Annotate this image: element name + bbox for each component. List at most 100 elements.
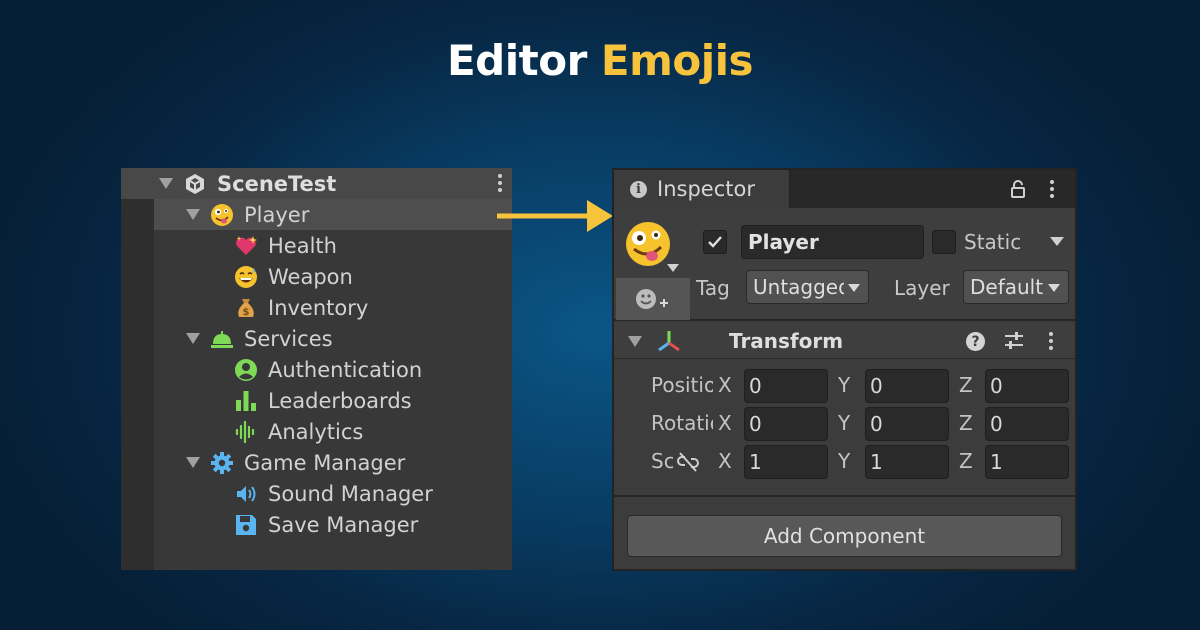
lock-icon[interactable]: [1010, 179, 1026, 199]
scale-row: Scale X 1 Y 1 Z 1: [614, 445, 1075, 479]
position-y-field[interactable]: 0: [865, 369, 949, 403]
hierarchy-item-authentication[interactable]: Authentication: [154, 354, 512, 385]
emoji-dropdown-caret-icon[interactable]: [667, 264, 679, 272]
rotation-row: Rotation X 0 Y 0 Z 0: [614, 407, 1075, 441]
chevron-down-icon: [848, 284, 860, 292]
bar-chart-icon: [234, 389, 258, 413]
foldout-caret-icon[interactable]: [628, 336, 642, 347]
hierarchy-item-weapon[interactable]: Weapon: [154, 261, 512, 292]
scene-label: SceneTest: [217, 171, 337, 196]
tag-dropdown[interactable]: Untagged: [746, 270, 869, 304]
component-menu-icon[interactable]: [1049, 332, 1053, 353]
rotation-z-field[interactable]: 0: [985, 407, 1069, 441]
static-checkbox[interactable]: [932, 230, 956, 254]
tab-inspector[interactable]: i Inspector: [614, 170, 790, 208]
gameobject-header: Player Static Tag Untagged Layer Default: [614, 208, 1075, 321]
component-divider: [614, 495, 1075, 497]
hierarchy-item-label: Leaderboards: [268, 388, 412, 413]
hierarchy-item-services[interactable]: Services: [154, 323, 512, 354]
floppy-disk-icon: [234, 513, 258, 537]
hierarchy-scene-row[interactable]: SceneTest: [121, 168, 512, 199]
hierarchy-item-player[interactable]: Player: [154, 199, 512, 230]
chevron-down-icon: [1048, 284, 1060, 292]
inspector-menu-icon[interactable]: [1050, 180, 1054, 201]
info-icon: i: [630, 180, 647, 198]
expand-caret-icon[interactable]: [186, 209, 200, 220]
waveform-icon: [234, 420, 258, 444]
tab-inspector-label: Inspector: [657, 177, 755, 201]
checkmark-icon: [708, 236, 722, 248]
hierarchy-item-label: Sound Manager: [268, 481, 433, 506]
grinning-sweat-emoji-icon: [234, 265, 258, 289]
sparkling-heart-icon: [234, 234, 258, 258]
speaker-icon: [234, 482, 258, 506]
rotation-x-field[interactable]: 0: [744, 407, 828, 441]
hierarchy-item-leaderboards[interactable]: Leaderboards: [154, 385, 512, 416]
svg-text:$: $: [243, 307, 250, 318]
tag-label: Tag: [696, 276, 730, 300]
hierarchy-item-analytics[interactable]: Analytics: [154, 416, 512, 447]
add-component-button[interactable]: Add Component: [627, 515, 1062, 557]
smiley-plus-icon: [636, 289, 668, 309]
position-z-field[interactable]: 0: [985, 369, 1069, 403]
expand-caret-icon[interactable]: [186, 457, 200, 468]
inspector-tabbar: i Inspector: [614, 170, 1075, 208]
axis-z-label: Z: [959, 411, 973, 435]
gear-icon: [210, 451, 234, 475]
object-emoji-icon[interactable]: [624, 220, 672, 268]
axis-y-label: Y: [838, 411, 851, 435]
bell-service-icon: [210, 327, 234, 351]
scale-z-field[interactable]: 1: [985, 445, 1069, 479]
axis-x-label: X: [718, 411, 732, 435]
position-row: Position X 0 Y 0 Z 0: [614, 369, 1075, 403]
static-label: Static: [964, 230, 1022, 254]
transform-axes-icon: [658, 331, 680, 352]
banner-title-emojis: Emojis: [600, 36, 754, 85]
scale-x-field[interactable]: 1: [744, 445, 828, 479]
help-icon[interactable]: ?: [966, 332, 985, 351]
arrow-right-icon: [497, 200, 613, 232]
axis-y-label: Y: [838, 449, 851, 473]
hierarchy-gutter: [121, 168, 154, 570]
axis-x-label: X: [718, 449, 732, 473]
scale-y-field[interactable]: 1: [865, 445, 949, 479]
hierarchy-item-label: Weapon: [268, 264, 353, 289]
user-circle-icon: [234, 358, 258, 382]
hierarchy-item-save-manager[interactable]: Save Manager: [154, 509, 512, 540]
layer-value: Default: [970, 275, 1044, 299]
scale-label: Scale: [651, 449, 673, 473]
axis-z-label: Z: [959, 373, 973, 397]
hierarchy-item-game-manager[interactable]: Game Manager: [154, 447, 512, 478]
position-x-field[interactable]: 0: [744, 369, 828, 403]
banner-title-editor: Editor: [446, 36, 587, 85]
object-name-field[interactable]: Player: [741, 225, 924, 259]
preset-sliders-icon[interactable]: [1003, 331, 1025, 351]
hierarchy-item-label: Save Manager: [268, 512, 419, 537]
layer-dropdown[interactable]: Default: [963, 270, 1069, 304]
hierarchy-item-sound-manager[interactable]: Sound Manager: [154, 478, 512, 509]
add-emoji-button[interactable]: [616, 278, 690, 320]
hierarchy-item-inventory[interactable]: $ Inventory: [154, 292, 512, 323]
transform-header[interactable]: Transform ?: [614, 323, 1075, 359]
scene-menu-icon[interactable]: [498, 174, 502, 195]
banner-title: Editor Emojis: [0, 36, 1200, 85]
zany-face-emoji-icon: [210, 203, 234, 227]
hierarchy-item-label: Services: [244, 326, 333, 351]
hierarchy-item-label: Game Manager: [244, 450, 406, 475]
rotation-y-field[interactable]: 0: [865, 407, 949, 441]
rotation-label: Rotation: [651, 411, 713, 435]
expand-caret-icon[interactable]: [186, 333, 200, 344]
expand-caret-icon[interactable]: [159, 178, 173, 189]
axis-z-label: Z: [959, 449, 973, 473]
hierarchy-item-label: Inventory: [268, 295, 369, 320]
hierarchy-item-health[interactable]: Health: [154, 230, 512, 261]
inspector-panel: i Inspector Player Static Tag Untagged L…: [612, 168, 1077, 571]
axis-x-label: X: [718, 373, 732, 397]
unlinked-chain-icon[interactable]: [676, 451, 700, 473]
position-label: Position: [651, 373, 713, 397]
active-checkbox[interactable]: [703, 230, 727, 254]
static-dropdown-icon[interactable]: [1050, 237, 1064, 247]
hierarchy-item-label: Player: [244, 202, 310, 227]
transform-title: Transform: [729, 329, 844, 353]
hierarchy-panel: SceneTest Player Health Weapon $ Invento…: [121, 168, 512, 570]
